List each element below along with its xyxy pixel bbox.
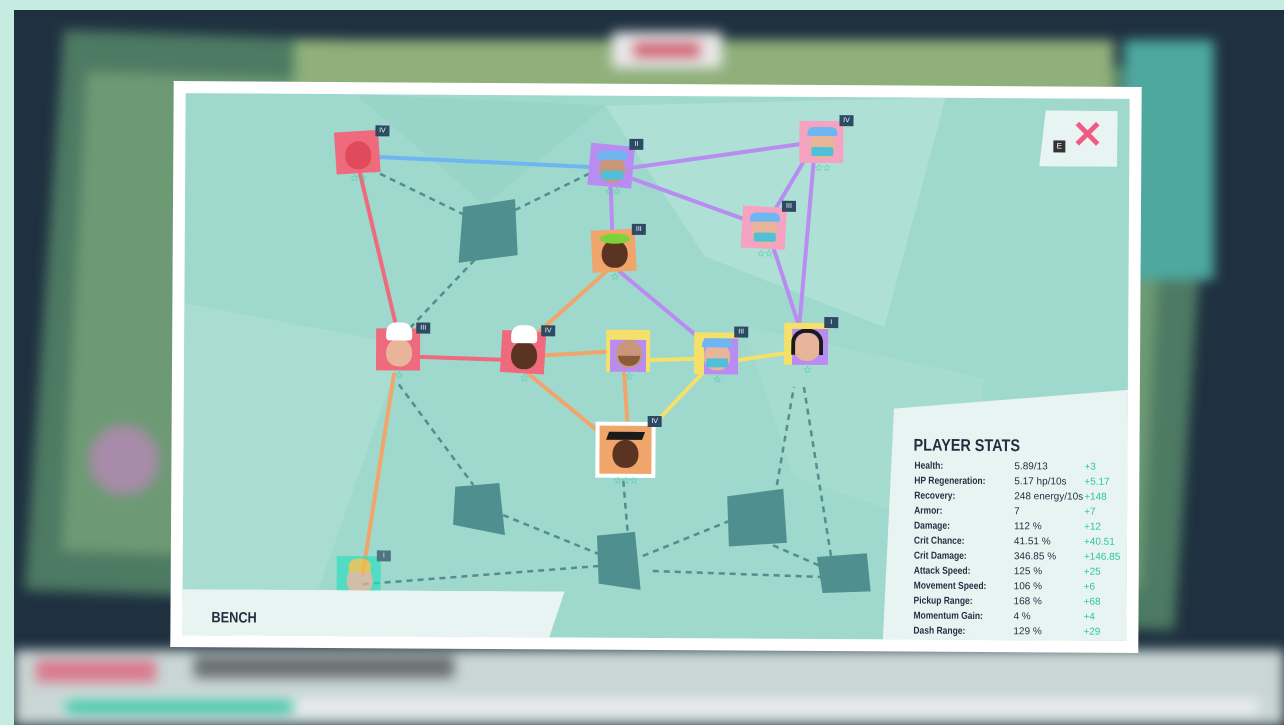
unit-nurse-center[interactable]: III ☆ [692, 326, 749, 390]
unit-graduate[interactable]: IV ☆☆☆ [595, 415, 662, 492]
unit-chef-mid[interactable]: IV ☆ [499, 325, 556, 389]
level-badge: IV [647, 415, 662, 428]
star-rating: ☆ [624, 371, 633, 383]
synergy-panel: IV ☆☆ II ☆☆ IV ☆☆ III ☆☆ III ☆ III ☆ IV … [170, 81, 1142, 653]
star-rating: ☆☆☆ [613, 475, 638, 487]
stat-row-dash-range: Dash Range: 129 % +29 [913, 625, 1101, 638]
stat-row-crit-damage: Crit Damage: 346.85 % +146.85 [913, 550, 1121, 563]
energy-progress-bar [60, 698, 1260, 716]
star-rating: ☆☆ [814, 162, 831, 175]
star-rating: ☆ [802, 364, 811, 376]
stat-row-attack-speed: Attack Speed: 125 % +25 [913, 565, 1101, 578]
unit-woman[interactable]: I ☆ [782, 317, 839, 381]
level-badge: IV [375, 125, 390, 137]
close-button[interactable]: ✕ E [1039, 110, 1117, 166]
hud-logo [36, 660, 156, 682]
unit-knight[interactable]: IV ☆☆ [333, 125, 390, 189]
stat-row-recovery: Recovery: 248 energy/10s +148 [914, 490, 1107, 503]
stat-row-momentum-gain: Momentum Gain: 4 % +4 [913, 610, 1095, 623]
stat-row-damage: Damage: 112 % +12 [913, 520, 1102, 533]
level-badge: IV [839, 115, 854, 127]
synergy-board: IV ☆☆ II ☆☆ IV ☆☆ III ☆☆ III ☆ III ☆ IV … [182, 93, 1130, 641]
level-badge: II [629, 138, 644, 150]
chef-face-icon [385, 338, 413, 367]
star-rating: ☆☆ [350, 173, 367, 185]
player-stats-title: PLAYER STATS [913, 435, 1021, 456]
star-rating: ☆ [610, 271, 619, 283]
chef-hat-icon [386, 322, 413, 341]
level-badge: III [631, 223, 646, 235]
stat-row-pickup-range: Pickup Range: 168 % +68 [913, 595, 1101, 608]
star-rating: ☆ [519, 373, 528, 385]
link-red [358, 172, 399, 329]
graduation-cap-icon [606, 431, 646, 440]
stat-row-health: Health: 5.89/13 +3 [914, 460, 1096, 473]
link-blue [358, 154, 608, 170]
hud-strip [194, 656, 454, 678]
star-rating: ☆☆ [604, 186, 621, 198]
close-key-hint: E [1053, 140, 1065, 152]
star-rating: ☆ [712, 374, 721, 386]
tree [89, 425, 159, 495]
level-badge: IV [541, 325, 556, 337]
link-orange [360, 372, 396, 577]
unit-gardener[interactable]: III ☆ [589, 223, 646, 288]
level-badge: I [376, 550, 391, 562]
graduate-face-icon [612, 439, 639, 468]
unit-chef-left[interactable]: III ☆ [374, 322, 431, 386]
level-badge: III [734, 326, 749, 338]
stat-row-armor: Armor: 7 +7 [914, 505, 1096, 518]
stat-row-crit-chance: Crit Chance: 41.51 % +40.51 [913, 535, 1115, 548]
level-badge: III [416, 322, 431, 334]
chef-hat-icon [511, 325, 538, 344]
chef-face-icon [510, 341, 538, 370]
level-badge: I [824, 317, 839, 329]
unit-nurse-mid[interactable]: III ☆☆ [740, 200, 797, 265]
wave-sign [612, 32, 722, 68]
gardener-face-icon [601, 239, 628, 268]
bench-title: BENCH [211, 609, 257, 627]
star-rating: ☆ [394, 370, 403, 382]
close-icon[interactable]: ✕ [1071, 117, 1103, 155]
stat-row-hp-regeneration: HP Regeneration: 5.17 hp/10s +5.17 [914, 475, 1110, 488]
level-badge: III [781, 200, 797, 212]
knight-helmet-icon [345, 141, 372, 170]
star-rating: ☆☆ [756, 248, 773, 260]
unit-nurse-topright[interactable]: IV ☆☆ [797, 115, 854, 179]
unit-bearded[interactable]: ☆ [604, 326, 654, 388]
unit-nurse-top[interactable]: II ☆☆ [587, 138, 644, 203]
flame-hat-icon [348, 558, 371, 573]
stat-row-movement-speed: Movement Speed: 106 % +6 [913, 580, 1096, 593]
